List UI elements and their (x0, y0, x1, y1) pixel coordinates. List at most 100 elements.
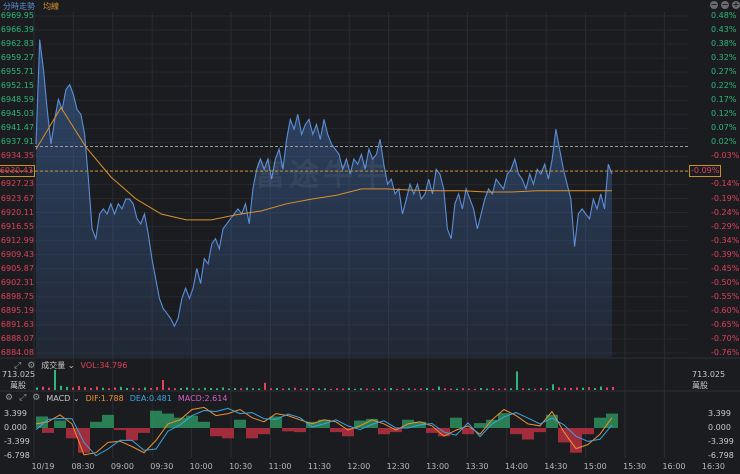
percent-tick-label: -0.60% (711, 305, 740, 315)
volume-bar (240, 388, 242, 390)
volume-bar (450, 388, 452, 390)
macd-histogram-bar (126, 428, 138, 441)
price-tick-label: 6902.31 (0, 277, 34, 287)
macd-histogram-bar (138, 428, 150, 433)
percent-tick-label: -0.50% (711, 277, 740, 287)
volume-bar (420, 388, 422, 390)
macd-histogram-bar (474, 423, 486, 428)
volume-bar (294, 387, 296, 390)
volume-bar (444, 388, 446, 390)
macd-histogram-bar (246, 428, 258, 439)
volume-bar (150, 388, 152, 390)
volume-bar (516, 371, 518, 390)
percent-tick-label: 0.32% (711, 53, 737, 63)
volume-bar (210, 388, 212, 390)
expand-icon[interactable]: ⤢ (19, 393, 26, 403)
chevron-down-icon: ⌄ (67, 361, 75, 370)
volume-bar (114, 387, 116, 390)
price-tick-label: 6930.43 (0, 165, 35, 178)
tab-average-line[interactable]: 均線 (43, 1, 59, 12)
volume-bar (510, 388, 512, 390)
volume-bar (234, 388, 236, 390)
volume-unit-label-right: 萬股 (692, 381, 708, 390)
percent-tick-label: 0.38% (711, 39, 737, 49)
volume-bar (276, 388, 278, 390)
percent-tick-label: 0.27% (711, 67, 737, 77)
dif-value: DIF:1.788 (85, 393, 124, 403)
price-tick-label: 6920.11 (0, 207, 34, 217)
volume-bar (498, 388, 500, 390)
zoom-out-button[interactable]: − (710, 1, 718, 9)
time-tick-label: 10:00 (189, 462, 213, 471)
price-tick-label: 6934.35 (0, 151, 34, 161)
percent-tick-label: 0.12% (711, 109, 737, 119)
volume-bar (84, 387, 86, 390)
price-tick-label: 6952.15 (0, 81, 34, 91)
volume-bar (252, 388, 254, 390)
volume-bar (324, 388, 326, 390)
macd-histogram-bar (162, 413, 174, 428)
volume-bar (582, 387, 584, 390)
price-tick-label: 6945.03 (0, 109, 34, 119)
volume-bar (264, 382, 266, 390)
percent-tick-label: -0.55% (711, 291, 740, 301)
volume-indicator-select[interactable]: 成交量 ⌄ (41, 360, 74, 371)
volume-bar (570, 388, 572, 390)
volume-bar (438, 386, 440, 390)
macd-indicator-select[interactable]: MACD ⌄ (46, 394, 79, 403)
macd-histogram-bar (150, 410, 162, 428)
percent-tick-label: -0.09% (689, 165, 722, 178)
macd-histogram-bar (378, 428, 390, 435)
volume-bar (348, 388, 350, 390)
price-tick-label: 6937.91 (0, 137, 34, 147)
time-tick-label: 13:30 (465, 462, 489, 471)
price-tick-label: 6923.67 (0, 193, 34, 203)
volume-bar (336, 388, 338, 390)
macd-histogram-bar (234, 419, 246, 428)
volume-bar (594, 388, 596, 390)
volume-bar (354, 388, 356, 390)
percent-tick-label: 0.43% (711, 25, 737, 35)
macd-histogram-bar (510, 428, 522, 435)
percent-tick-label: -0.34% (711, 235, 740, 245)
macd-header: ⚙ ⤢ ⚙ MACD ⌄ DIF:1.788 DEA:0.481 MACD:2.… (5, 393, 227, 403)
settings-icon[interactable]: ⚙ (32, 393, 40, 403)
volume-bar (396, 388, 398, 390)
price-tick-label: 6888.07 (0, 333, 34, 343)
price-tick-label: 6955.71 (0, 67, 34, 77)
macd-tick-label: 0.000 (4, 423, 27, 432)
time-tick-label: 11:30 (307, 462, 331, 471)
settings-icon[interactable]: ⚙ (27, 361, 35, 371)
volume-bar (480, 388, 482, 390)
gear-icon[interactable]: ⚙ (5, 393, 13, 403)
volume-bar (372, 388, 374, 390)
zoom-reset-button[interactable]: − (721, 1, 729, 9)
volume-unit-label: 萬股 (10, 381, 26, 390)
price-tick-label: 6969.95 (0, 11, 34, 20)
dea-value: DEA:0.481 (129, 393, 172, 403)
volume-bar (120, 386, 122, 390)
volume-bar (492, 388, 494, 390)
volume-bar (270, 388, 272, 390)
macd-tick-label: -6.798 (4, 451, 30, 460)
volume-bar (162, 380, 164, 390)
zoom-in-button[interactable]: + (732, 1, 740, 9)
volume-bar (528, 388, 530, 390)
volume-bar (78, 386, 80, 390)
volume-bar (312, 388, 314, 390)
volume-bar (222, 387, 224, 390)
macd-histogram-bar (606, 413, 618, 428)
volume-bar (168, 387, 170, 390)
volume-bar (192, 388, 194, 390)
volume-max-label-right: 713.025 (692, 370, 726, 379)
time-tick-label: 10:30 (229, 462, 253, 471)
expand-icon[interactable]: ⤢ (14, 361, 21, 371)
percent-tick-label: -0.03% (711, 151, 740, 161)
macd-histogram-bar (342, 428, 354, 437)
chevron-down-icon: ⌄ (72, 393, 80, 403)
volume-bar (402, 388, 404, 390)
percent-tick-label: 0.02% (711, 137, 737, 147)
percent-tick-label: -0.39% (711, 249, 740, 259)
macd-tick-label: -3.399 (708, 437, 734, 446)
volume-bar (138, 388, 140, 390)
